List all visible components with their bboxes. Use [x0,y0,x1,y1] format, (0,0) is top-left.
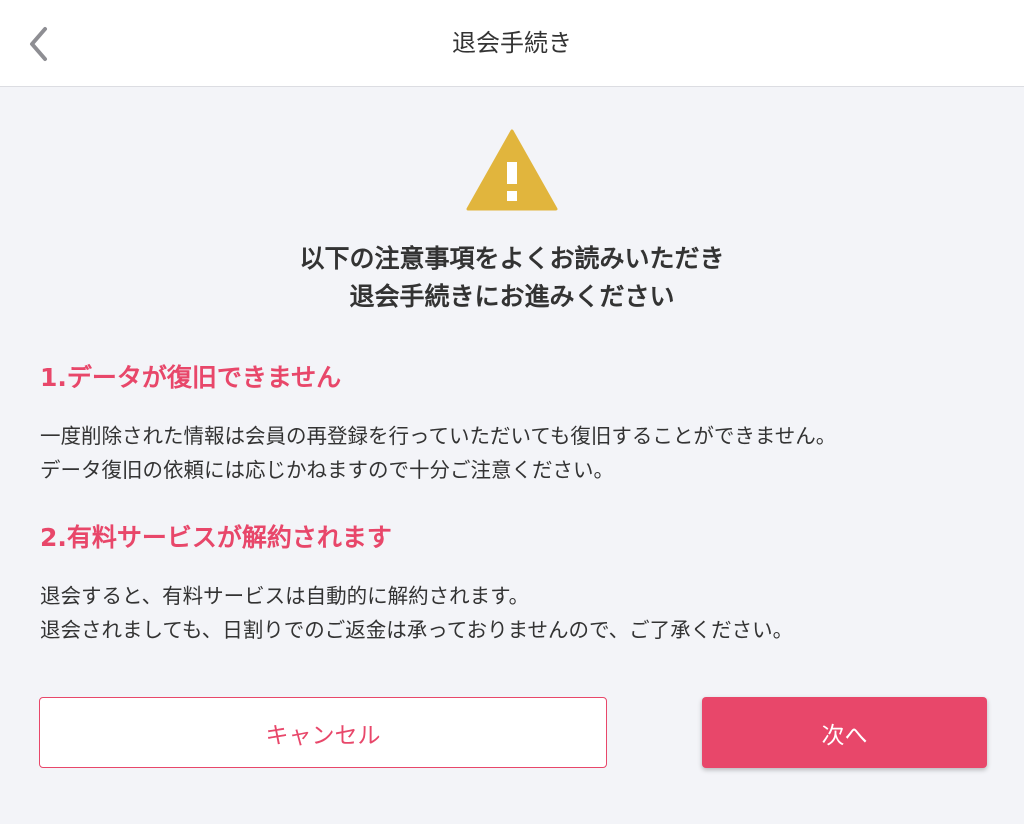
notice-heading-paid-services: 2.有料サービスが解約されます [40,523,392,552]
notice-heading-data-recovery: 1.データが復旧できません [40,363,342,392]
notice-body-line: データ復旧の依頼には応じかねますので十分ご注意ください。 [40,458,614,482]
warning-message-line: 退会手続きにお進みください [349,282,675,311]
notice-body-data-recovery: 一度削除された情報は会員の再登録を行っていただいても復旧することができません。 … [40,419,990,487]
warning-message-line: 以下の注意事項をよくお読みいただき [299,244,725,273]
notice-body-line: 一度削除された情報は会員の再登録を行っていただいても復旧することができません。 [40,424,837,448]
notice-body-line: 退会されましても、日割りでのご返金は承っておりませんので、ご了承ください。 [40,618,794,642]
notice-body-line: 退会すると、有料サービスは自動的に解約されます。 [40,584,530,608]
header-bar: 退会手続き [0,0,1024,87]
cancel-button[interactable]: キャンセル [39,697,607,768]
warning-message: 以下の注意事項をよくお読みいただき 退会手続きにお進みください [0,240,1024,316]
page-title: 退会手続き [452,29,572,57]
notice-body-paid-services: 退会すると、有料サービスは自動的に解約されます。 退会されましても、日割りでのご… [40,579,990,647]
next-button[interactable]: 次へ [702,697,987,768]
warning-triangle-icon [466,129,558,211]
